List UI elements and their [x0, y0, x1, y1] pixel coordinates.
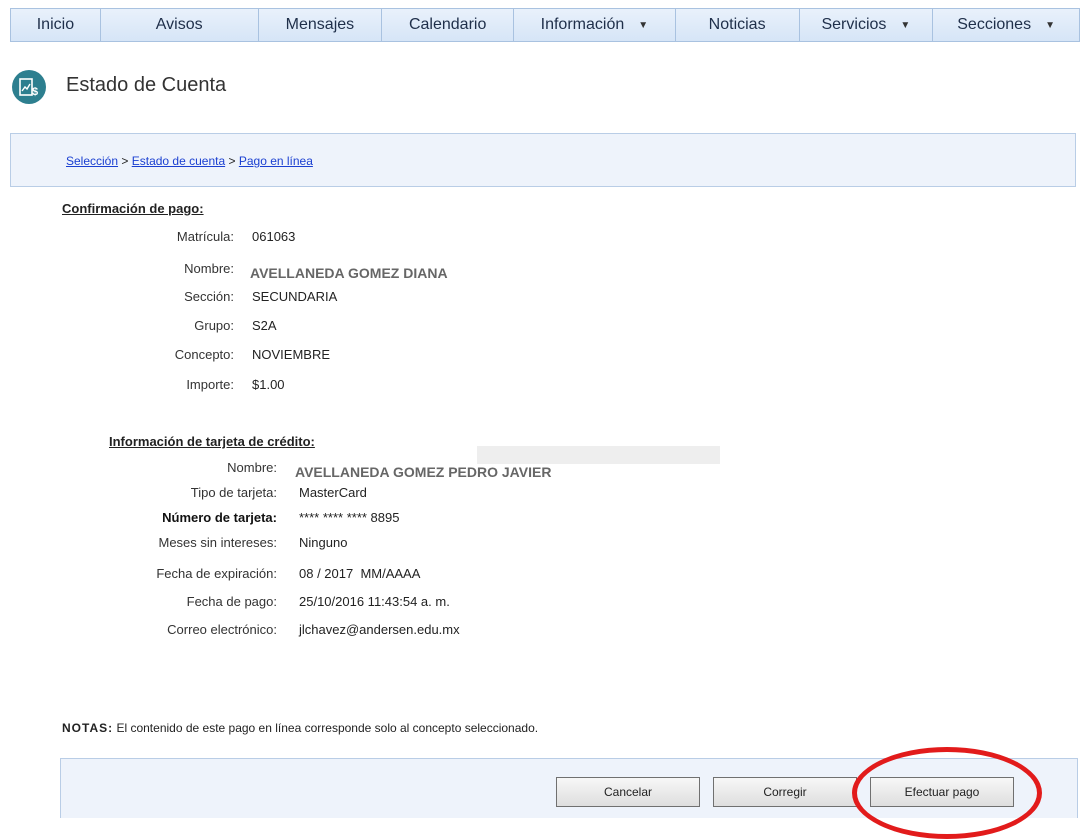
email-label: Correo electrónico:	[167, 622, 277, 637]
notes-label: NOTAS:	[62, 721, 114, 735]
student-name-value: AVELLANEDA GOMEZ DIANA	[250, 265, 448, 281]
chevron-down-icon: ▼	[900, 19, 911, 31]
correct-button[interactable]: Corregir	[713, 777, 857, 807]
payment-confirmation-title: Confirmación de pago:	[62, 201, 204, 216]
account-statement-icon: $	[12, 70, 46, 104]
installments-row: Meses sin intereses: Ninguno	[100, 535, 348, 550]
concepto-row: Concepto: NOVIEMBRE	[110, 347, 330, 362]
concepto-label: Concepto:	[174, 347, 234, 362]
payment-date-value: 25/10/2016 11:43:54 a. m.	[299, 594, 450, 609]
grupo-row: Grupo: S2A	[110, 318, 277, 333]
expiration-label: Fecha de expiración:	[156, 566, 277, 581]
grupo-label: Grupo:	[194, 318, 234, 333]
chevron-down-icon: ▼	[1045, 19, 1055, 31]
nav-item-calendario[interactable]: Calendario	[382, 9, 515, 41]
matricula-label: Matrícula:	[176, 229, 234, 244]
seccion-row: Sección: SECUNDARIA	[110, 289, 337, 304]
installments-label: Meses sin intereses:	[158, 535, 278, 550]
cardholder-name-value: AVELLANEDA GOMEZ PEDRO JAVIER	[295, 464, 552, 480]
nav-item-avisos[interactable]: Avisos	[101, 9, 259, 41]
nav-item-label: Servicios	[821, 16, 887, 33]
nav-item-informacion[interactable]: Información ▼	[514, 9, 676, 41]
importe-label: Importe:	[186, 377, 234, 392]
card-number-value: **** **** **** 8895	[299, 510, 400, 525]
nav-item-inicio[interactable]: Inicio	[11, 9, 101, 41]
importe-value: $1.00	[252, 377, 285, 392]
concepto-value: NOVIEMBRE	[252, 347, 331, 362]
chevron-down-icon: ▼	[638, 19, 649, 31]
breadcrumb-separator: >	[121, 154, 129, 168]
email-value: jlchavez@andersen.edu.mx	[299, 622, 460, 637]
expiration-row: Fecha de expiración: 08 / 2017 MM/AAAA	[100, 566, 420, 581]
email-row: Correo electrónico: jlchavez@andersen.ed…	[100, 622, 460, 637]
matricula-row: Matrícula: 061063	[110, 229, 295, 244]
nav-item-label: Información	[540, 16, 625, 33]
student-name-label: Nombre:	[184, 261, 234, 276]
notes: NOTAS: El contenido de este pago en líne…	[62, 721, 538, 735]
nav-item-secciones[interactable]: Secciones ▼	[933, 9, 1079, 41]
nav-item-label: Mensajes	[285, 16, 355, 33]
nav-item-label: Noticias	[708, 16, 766, 33]
seccion-value: SECUNDARIA	[252, 289, 338, 304]
nav-item-label: Inicio	[36, 16, 75, 33]
svg-text:$: $	[32, 86, 38, 98]
card-type-label: Tipo de tarjeta:	[190, 485, 277, 500]
breadcrumb-panel: Selección > Estado de cuenta > Pago en l…	[10, 133, 1076, 187]
nav-item-noticias[interactable]: Noticias	[676, 9, 800, 41]
matricula-value: 061063	[252, 229, 296, 244]
expiration-value: 08 / 2017 MM/AAAA	[299, 566, 421, 581]
highlight-circle	[852, 747, 1042, 839]
nav-item-mensajes[interactable]: Mensajes	[259, 9, 383, 41]
seccion-label: Sección:	[184, 289, 234, 304]
breadcrumb-link-pago-en-linea[interactable]: Pago en línea	[239, 154, 313, 168]
breadcrumb-link-seleccion[interactable]: Selección	[66, 154, 118, 168]
cancel-button[interactable]: Cancelar	[556, 777, 700, 807]
nav-item-label: Avisos	[155, 16, 203, 33]
cardholder-name-row: Nombre: AVELLANEDA GOMEZ PEDRO JAVIER	[100, 460, 551, 480]
card-number-row: Número de tarjeta: **** **** **** 8895	[100, 510, 399, 525]
card-info-title: Información de tarjeta de crédito:	[109, 434, 315, 449]
card-type-row: Tipo de tarjeta: MasterCard	[100, 485, 367, 500]
card-type-value: MasterCard	[299, 485, 367, 500]
payment-date-row: Fecha de pago: 25/10/2016 11:43:54 a. m.	[100, 594, 450, 609]
installments-value: Ninguno	[299, 535, 348, 550]
page-title: Estado de Cuenta	[66, 74, 227, 96]
breadcrumb-link-estado-de-cuenta[interactable]: Estado de cuenta	[132, 154, 225, 168]
breadcrumb-separator: >	[228, 154, 236, 168]
breadcrumb: Selección > Estado de cuenta > Pago en l…	[66, 154, 313, 168]
cardholder-name-label: Nombre:	[227, 460, 277, 475]
notes-text: El contenido de este pago en línea corre…	[116, 721, 539, 735]
card-number-label: Número de tarjeta:	[162, 510, 277, 525]
nav-item-label: Secciones	[957, 16, 1032, 33]
importe-row: Importe: $1.00	[110, 377, 285, 392]
grupo-value: S2A	[252, 318, 277, 333]
nav-item-servicios[interactable]: Servicios ▼	[800, 9, 934, 41]
nav-item-label: Calendario	[408, 16, 487, 33]
payment-date-label: Fecha de pago:	[186, 594, 277, 609]
student-name-row: Nombre: AVELLANEDA GOMEZ DIANA	[110, 261, 448, 281]
top-nav: Inicio Avisos Mensajes Calendario Inform…	[10, 8, 1080, 42]
